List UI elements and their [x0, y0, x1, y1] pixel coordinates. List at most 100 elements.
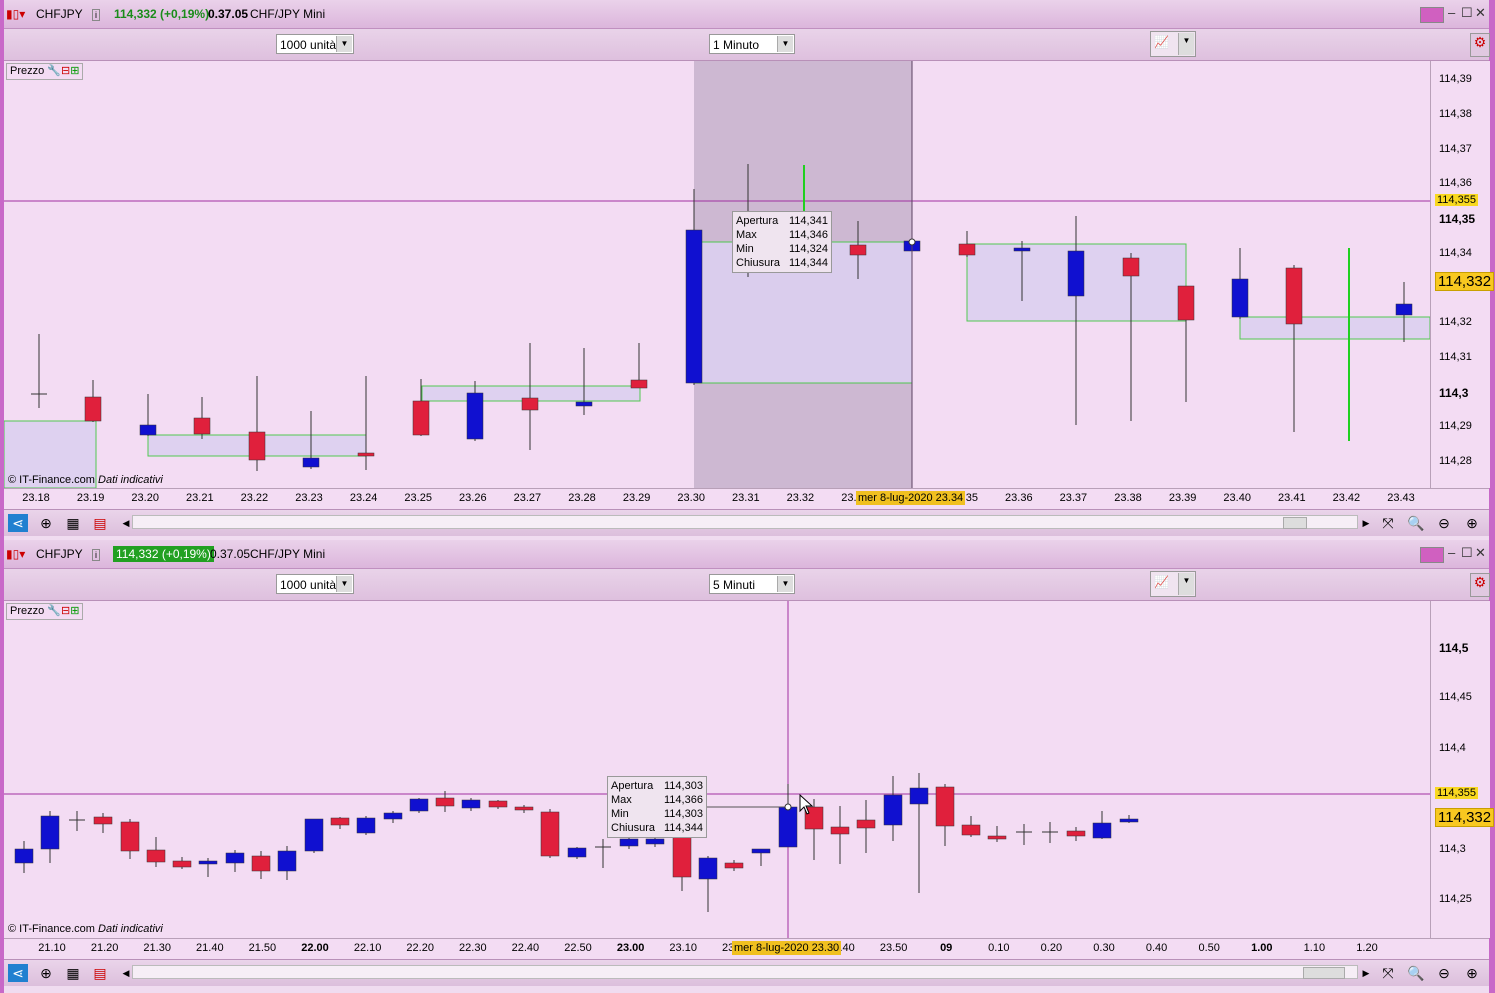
x-tick-label: 1.20 — [1356, 942, 1378, 954]
candlestick-chart[interactable] — [4, 601, 1489, 938]
info-icon[interactable]: i — [92, 9, 100, 21]
chart-style-icon[interactable]: ▦ — [63, 964, 83, 982]
info-icon[interactable]: i — [92, 549, 100, 561]
crosshair-price-label: 114,355 — [1435, 787, 1478, 799]
chart-plot-area[interactable]: Prezzo 🔧⊟⊞ © IT-Finance.com Dati indicat… — [4, 601, 1495, 938]
x-tick-label: 22.00 — [301, 942, 329, 954]
candle-body — [139, 424, 157, 436]
indicators-button[interactable]: 📈 ▼ — [1150, 31, 1196, 57]
remove-icon[interactable]: ⊟ — [61, 605, 70, 617]
candle-body — [356, 817, 376, 834]
current-price-label: 114,332 — [1435, 272, 1495, 291]
scroll-thumb[interactable] — [1303, 967, 1345, 979]
x-tick-label: 23.40 — [1223, 492, 1251, 504]
wrench-icon[interactable]: 🔧 — [47, 605, 61, 617]
candle-body — [172, 860, 192, 868]
interval-select[interactable]: 5 Minuti ▼ — [709, 574, 795, 594]
ohlc-tooltip: Apertura 114,341 Max 114,346 Min 114,324 Ch… — [732, 211, 832, 273]
minimize-icon[interactable]: – — [1448, 5, 1455, 20]
zoom-fit-icon[interactable]: ⤧ — [1378, 964, 1398, 982]
x-axis[interactable]: 23.18 23.19 23.20 23.21 23.22 23.23 23.24 23.25… — [4, 488, 1489, 509]
x-tick-label: 21.30 — [143, 942, 171, 954]
x-tick-label: 0.30 — [1093, 942, 1115, 954]
chart-plot-area[interactable]: Prezzo 🔧⊟⊞ © IT-Finance.com Dati indicat… — [4, 61, 1495, 488]
candle-body — [1122, 257, 1140, 277]
minimize-icon[interactable]: – — [1448, 545, 1455, 560]
zoom-out-icon[interactable]: ⊖ — [1434, 514, 1454, 532]
keyboard-icon[interactable] — [1420, 547, 1444, 563]
x-tick-label: 23.00 — [616, 942, 645, 954]
chart-toolbar: ⋖ ⊕ ▦ ▤ ◀ ▶ ⤧ 🔍 ⊖ ⊕ — [4, 959, 1489, 986]
y-axis[interactable]: 114,39 114,38 114,37 114,36 114,35 114,34 114,… — [1430, 61, 1495, 488]
x-tick-label: 21.20 — [90, 942, 119, 954]
crosshair-icon[interactable]: ⊕ — [36, 964, 56, 982]
crosshair-icon[interactable]: ⊕ — [36, 514, 56, 532]
zoom-area-icon[interactable]: 🔍 — [1406, 514, 1426, 532]
chart-type-icon[interactable]: ▮▯▾ — [6, 547, 25, 561]
share-icon[interactable]: ⋖ — [8, 514, 28, 532]
interval-select[interactable]: 1 Minuto ▼ — [709, 34, 795, 54]
candle-body — [412, 400, 430, 436]
keyboard-icon[interactable] — [1420, 7, 1444, 23]
zoom-area-icon[interactable]: 🔍 — [1406, 964, 1426, 982]
candle-body — [1177, 285, 1195, 321]
close-icon[interactable]: ✕ — [1475, 5, 1486, 21]
zoom-in-icon[interactable]: ⊕ — [1462, 964, 1482, 982]
prezzo-label[interactable]: Prezzo 🔧⊟⊞ — [6, 63, 84, 80]
x-axis[interactable]: 21.10 21.20 21.30 21.40 21.50 22.00 22.10 22.20… — [4, 938, 1489, 959]
candle-body — [330, 817, 350, 826]
chevron-down-icon: ▼ — [336, 576, 352, 592]
candle-body — [225, 852, 245, 864]
price-change: 114,332 (+0,19%) — [113, 546, 214, 562]
x-tick-label: 22.20 — [406, 942, 434, 954]
indicator-list-icon[interactable]: ▤ — [90, 514, 110, 532]
units-select[interactable]: 1000 unità ▼ — [276, 574, 354, 594]
candle-body — [435, 797, 455, 807]
move-up-icon[interactable]: ⊞ — [70, 65, 79, 77]
scroll-thumb[interactable] — [1283, 517, 1307, 529]
maximize-icon[interactable]: ☐ — [1461, 545, 1473, 561]
x-tick-label: 23.43 — [1387, 492, 1415, 504]
candle-body — [685, 229, 703, 384]
symbol-name[interactable]: CHFJPY — [36, 547, 83, 561]
horizontal-scrollbar[interactable] — [132, 965, 1358, 979]
y-tick-label: 114,39 — [1439, 73, 1472, 85]
crosshair-point — [784, 803, 792, 811]
y-axis[interactable]: 114,5 114,45 114,4 114,3 114,25 114,355 114,33… — [1430, 601, 1495, 938]
indicators-button[interactable]: 📈 ▼ — [1150, 571, 1196, 597]
x-tick-label: 21.10 — [38, 942, 66, 954]
x-tick-label: 22.50 — [564, 942, 592, 954]
remove-icon[interactable]: ⊟ — [61, 65, 70, 77]
candle-body — [751, 848, 771, 854]
settings-icon[interactable]: ⚙ — [1470, 33, 1490, 57]
candle-body — [883, 794, 903, 826]
share-icon[interactable]: ⋖ — [8, 964, 28, 982]
maximize-icon[interactable]: ☐ — [1461, 5, 1473, 21]
scroll-right-icon[interactable]: ▶ — [1356, 514, 1376, 532]
prezzo-label[interactable]: Prezzo 🔧⊟⊞ — [6, 603, 84, 620]
close-icon[interactable]: ✕ — [1475, 545, 1486, 561]
settings-icon[interactable]: ⚙ — [1470, 573, 1490, 597]
candle-body — [540, 811, 560, 857]
x-tick-label: 23.24 — [349, 492, 378, 504]
move-up-icon[interactable]: ⊞ — [70, 605, 79, 617]
window-titlebar[interactable]: ▮▯▾ CHFJPY i 114,332 (+0,19%) 0.37.05 CH… — [4, 540, 1489, 569]
x-tick-label: 23.38 — [1114, 492, 1142, 504]
y-tick-label: 114,36 — [1439, 177, 1472, 189]
indicator-list-icon[interactable]: ▤ — [90, 964, 110, 982]
chart-type-icon[interactable]: ▮▯▾ — [6, 7, 25, 21]
wrench-icon[interactable]: 🔧 — [47, 65, 61, 77]
chart-style-icon[interactable]: ▦ — [63, 514, 83, 532]
candle-body — [461, 799, 481, 809]
units-select[interactable]: 1000 unità ▼ — [276, 34, 354, 54]
candle-body — [987, 835, 1007, 840]
x-tick-label: 23.42 — [1332, 492, 1361, 504]
candlestick-chart[interactable] — [4, 61, 1489, 488]
scroll-right-icon[interactable]: ▶ — [1356, 964, 1376, 982]
symbol-name[interactable]: CHFJPY — [36, 7, 83, 21]
zoom-in-icon[interactable]: ⊕ — [1462, 514, 1482, 532]
window-titlebar[interactable]: ▮▯▾ CHFJPY i 114,332 (+0,19%) 0.37.05 CH… — [4, 0, 1489, 29]
zoom-out-icon[interactable]: ⊖ — [1434, 964, 1454, 982]
horizontal-scrollbar[interactable] — [132, 515, 1358, 529]
zoom-fit-icon[interactable]: ⤧ — [1378, 514, 1398, 532]
